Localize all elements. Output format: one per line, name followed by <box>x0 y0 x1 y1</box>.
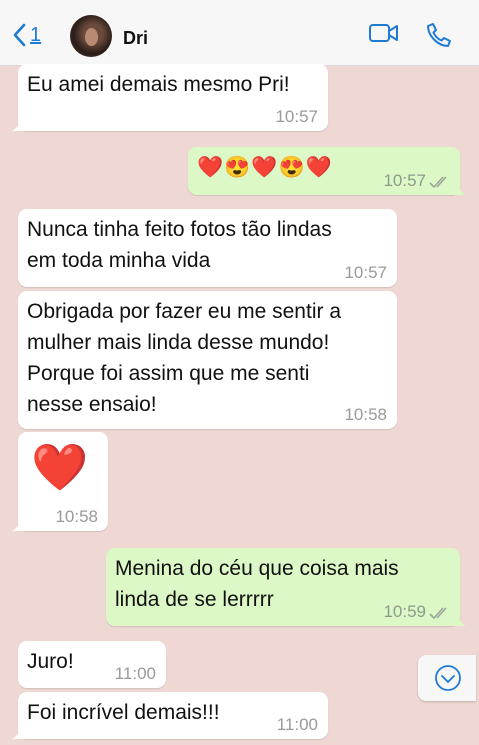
video-camera-icon <box>369 24 398 42</box>
video-call-button[interactable] <box>368 22 400 49</box>
avatar[interactable] <box>70 15 112 57</box>
message-time: 10:58 <box>344 405 387 424</box>
message-time: 11:00 <box>114 664 156 683</box>
unread-count: 1 <box>30 24 42 47</box>
message-line: em toda minha vida <box>27 249 211 272</box>
heart-emoji: ❤️ <box>31 441 89 493</box>
bubble-tail <box>12 517 26 531</box>
double-check-icon <box>429 607 447 620</box>
bubble-tail <box>12 117 26 131</box>
message-bubble-incoming[interactable]: Juro! 11:00 <box>18 641 166 688</box>
message-line: Nunca tinha feito fotos tão lindas <box>27 218 332 241</box>
message-bubble-incoming[interactable]: Eu amei demais mesmo Pri! 10:57 <box>12 64 328 131</box>
message-bubble-incoming[interactable]: Foi incrível demais!!! 11:00 <box>12 692 328 739</box>
chevron-left-icon <box>13 23 26 47</box>
back-button[interactable]: 1 <box>12 22 41 47</box>
message-bubble-outgoing[interactable]: Menina do céu que coisa mais linda de se… <box>106 548 466 626</box>
message-bubble-incoming[interactable]: Nunca tinha feito fotos tão lindas em to… <box>18 209 397 287</box>
chat-header: 1 Dri <box>0 0 479 66</box>
voice-call-button[interactable] <box>426 22 452 53</box>
message-line: nesse ensaio! <box>27 393 157 416</box>
scroll-to-bottom-button[interactable] <box>418 655 476 701</box>
bubble-tail <box>452 612 466 626</box>
message-text: Foi incrível demais!!! <box>27 701 220 724</box>
message-bubble-outgoing[interactable]: ❤️😍❤️😍❤️ 10:57 <box>188 147 466 195</box>
message-time: 10:58 <box>55 507 98 526</box>
message-time: 10:57 <box>344 263 387 282</box>
bubble-tail <box>452 181 466 195</box>
message-time: 11:00 <box>276 715 318 734</box>
message-line: mulher mais linda desse mundo! <box>27 331 330 354</box>
message-time: 10:57 <box>275 107 318 126</box>
message-line: Porque foi assim que me senti <box>27 362 310 385</box>
message-time: 10:59 <box>383 602 426 621</box>
chevron-down-icon <box>435 665 461 691</box>
message-line: Menina do céu que coisa mais <box>115 557 399 580</box>
message-bubble-incoming[interactable]: ❤️ 10:58 <box>12 432 108 531</box>
message-line: Obrigada por fazer eu me sentir a <box>27 300 341 323</box>
contact-name[interactable]: Dri <box>123 28 148 49</box>
message-time: 10:57 <box>383 171 426 190</box>
double-check-icon <box>429 176 447 189</box>
bubble-tail <box>12 725 26 739</box>
phone-icon <box>427 23 451 47</box>
message-bubble-incoming[interactable]: Obrigada por fazer eu me sentir a mulher… <box>18 291 397 429</box>
message-text: Eu amei demais mesmo Pri! <box>27 73 290 96</box>
